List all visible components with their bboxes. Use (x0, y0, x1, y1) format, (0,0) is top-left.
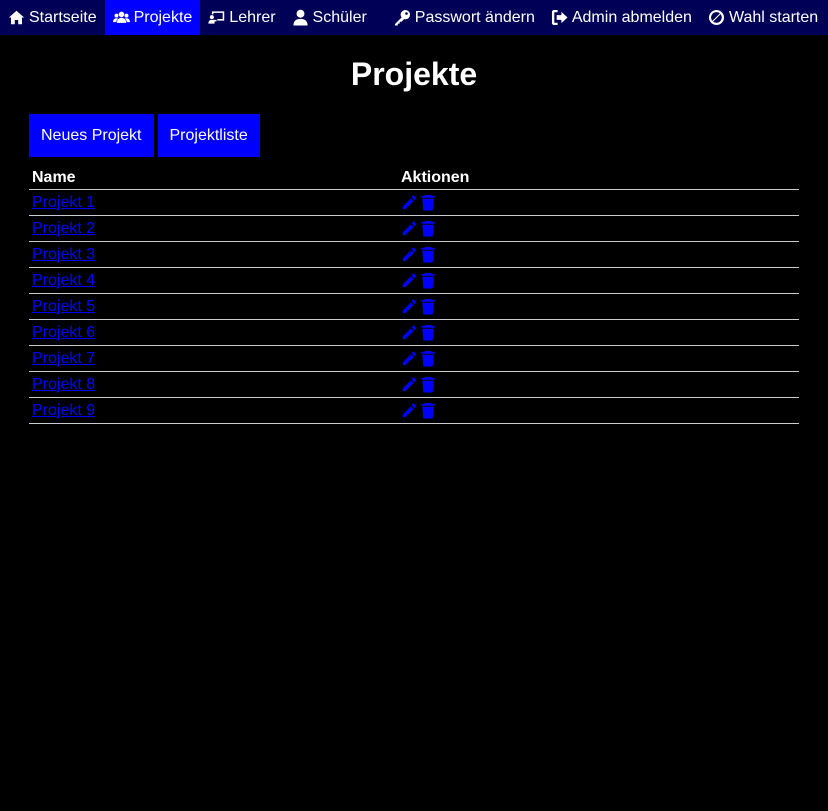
project-link[interactable]: Projekt 2 (32, 220, 95, 237)
edit-pencil-icon[interactable] (401, 272, 417, 289)
actions-cell (398, 215, 799, 242)
row-actions (401, 220, 796, 237)
project-name-cell: Projekt 5 (29, 293, 398, 320)
row-actions (401, 298, 796, 315)
project-link[interactable]: Projekt 5 (32, 298, 95, 315)
home-icon (8, 10, 25, 25)
row-actions (401, 246, 796, 263)
nav-item-label: Admin abmelden (571, 8, 692, 26)
delete-trash-icon[interactable] (420, 376, 436, 393)
edit-pencil-icon[interactable] (401, 194, 417, 211)
table-header-row: Name Aktionen (29, 166, 799, 190)
table-row: Projekt 4 (29, 267, 799, 294)
project-link[interactable]: Projekt 1 (32, 194, 95, 211)
nav-item-passwort-aendern[interactable]: Passwort ändern (386, 0, 543, 35)
delete-trash-icon[interactable] (420, 402, 436, 419)
row-actions (401, 376, 796, 393)
row-actions (401, 272, 796, 289)
nav-item-admin-abmelden[interactable]: Admin abmelden (543, 0, 700, 35)
delete-trash-icon[interactable] (420, 350, 436, 367)
edit-pencil-icon[interactable] (401, 350, 417, 367)
project-link[interactable]: Projekt 3 (32, 246, 95, 263)
nav-item-label: Projekte (133, 8, 193, 26)
delete-trash-icon[interactable] (420, 194, 436, 211)
key-icon (394, 9, 410, 26)
button-row: Neues Projekt Projektliste (29, 114, 264, 157)
users-icon (112, 11, 130, 23)
table-row: Projekt 1 (29, 189, 799, 216)
chalkboard-teacher-icon (208, 11, 225, 24)
delete-trash-icon[interactable] (420, 324, 436, 341)
table-row: Projekt 3 (29, 241, 799, 268)
nav-item-label: Wahl starten (728, 8, 819, 26)
delete-trash-icon[interactable] (420, 298, 436, 315)
project-name-cell: Projekt 1 (29, 189, 398, 216)
project-list-button[interactable]: Projektliste (157, 114, 260, 157)
project-name-cell: Projekt 3 (29, 241, 398, 268)
nav-item-startseite[interactable]: Startseite (0, 0, 105, 35)
nav-item-label: Startseite (29, 8, 97, 26)
actions-cell (398, 371, 799, 398)
row-actions (401, 402, 796, 419)
edit-pencil-icon[interactable] (401, 402, 417, 419)
project-link[interactable]: Projekt 6 (32, 324, 95, 341)
nav-item-wahl-starten[interactable]: Wahl starten (700, 0, 826, 35)
project-name-cell: Projekt 2 (29, 215, 398, 242)
page-title: Projekte (350, 56, 478, 92)
sign-out-icon (551, 9, 568, 26)
table-row: Projekt 8 (29, 371, 799, 398)
project-link[interactable]: Projekt 9 (32, 402, 95, 419)
user-icon (292, 9, 308, 26)
column-header-actions: Aktionen (398, 166, 799, 190)
new-project-button[interactable]: Neues Projekt (29, 114, 154, 157)
nav-item-schueler[interactable]: Schüler (284, 0, 375, 35)
actions-cell (398, 293, 799, 320)
nav-item-label: Schüler (312, 8, 367, 26)
delete-trash-icon[interactable] (420, 272, 436, 289)
actions-cell (398, 241, 799, 268)
column-header-name: Name (29, 166, 398, 190)
table-row: Projekt 7 (29, 345, 799, 372)
project-link[interactable]: Projekt 4 (32, 272, 95, 289)
table-row: Projekt 6 (29, 319, 799, 346)
actions-cell (398, 267, 799, 294)
nav-item-label: Passwort ändern (414, 8, 535, 26)
project-name-cell: Projekt 4 (29, 267, 398, 294)
nav-item-lehrer[interactable]: Lehrer (200, 0, 283, 35)
edit-pencil-icon[interactable] (401, 220, 417, 237)
edit-pencil-icon[interactable] (401, 298, 417, 315)
project-name-cell: Projekt 7 (29, 345, 398, 372)
table-row: Projekt 5 (29, 293, 799, 320)
project-name-cell: Projekt 6 (29, 319, 398, 346)
nav-item-projekte[interactable]: Projekte (104, 0, 201, 35)
actions-cell (398, 397, 799, 424)
project-name-cell: Projekt 9 (29, 397, 398, 424)
row-actions (401, 194, 796, 211)
project-link[interactable]: Projekt 8 (32, 376, 95, 393)
actions-cell (398, 319, 799, 346)
edit-pencil-icon[interactable] (401, 376, 417, 393)
actions-cell (398, 345, 799, 372)
table-row: Projekt 9 (29, 397, 799, 424)
row-actions (401, 324, 796, 341)
delete-trash-icon[interactable] (420, 246, 436, 263)
edit-pencil-icon[interactable] (401, 324, 417, 341)
project-name-cell: Projekt 8 (29, 371, 398, 398)
project-link[interactable]: Projekt 7 (32, 350, 95, 367)
row-actions (401, 350, 796, 367)
delete-trash-icon[interactable] (420, 220, 436, 237)
projects-table: Name Aktionen Projekt 1 Projekt 2 Projekt … (29, 166, 799, 424)
table-row: Projekt 2 (29, 215, 799, 242)
ban-icon (708, 9, 724, 26)
actions-cell (398, 189, 799, 216)
nav-item-label: Lehrer (229, 8, 276, 26)
top-navbar: Startseite Projekte Lehrer Schüler Passw… (0, 0, 828, 35)
edit-pencil-icon[interactable] (401, 246, 417, 263)
